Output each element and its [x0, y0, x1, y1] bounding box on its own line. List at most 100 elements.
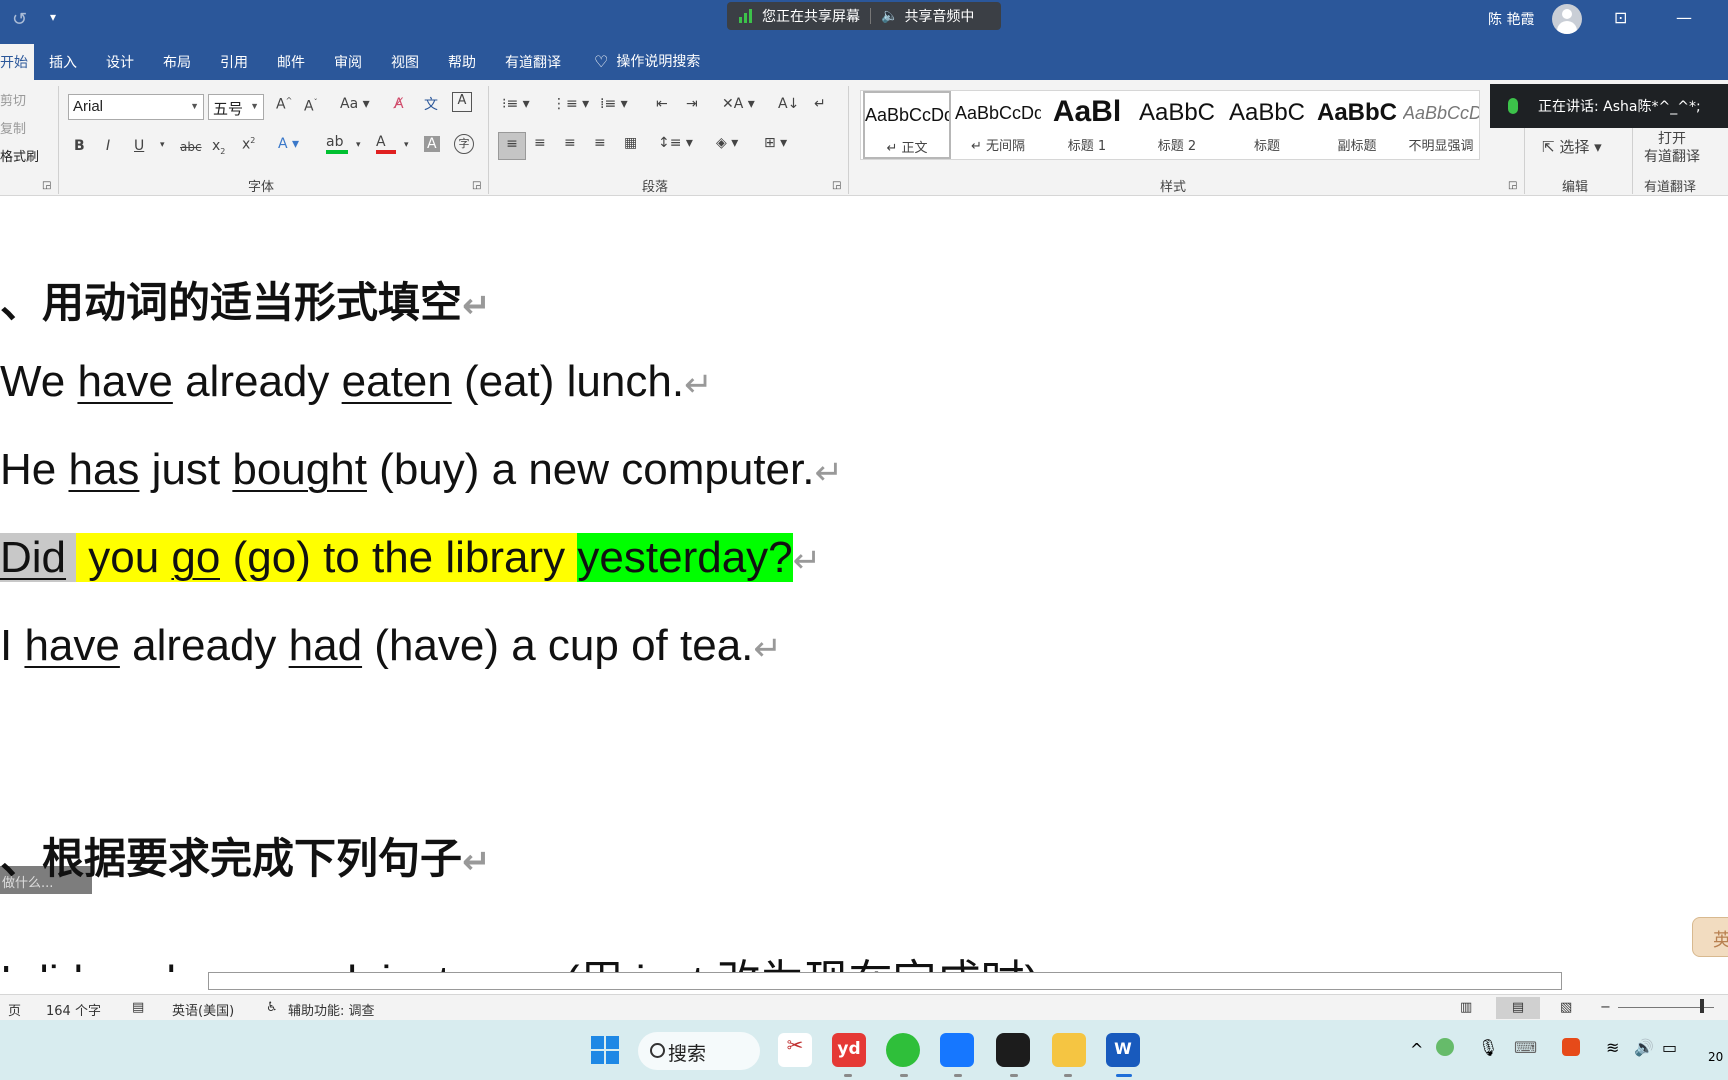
youdao-dict-icon[interactable]: yd: [832, 1033, 866, 1067]
proofing-icon[interactable]: ▤: [132, 1000, 144, 1015]
grow-font-icon[interactable]: A^: [276, 96, 292, 113]
strikethrough-icon[interactable]: abc: [180, 140, 202, 154]
lark-icon[interactable]: [940, 1033, 974, 1067]
style-heading-2[interactable]: AaBbC 标题 2: [1133, 91, 1221, 159]
chinese-layout-icon[interactable]: ✕A ▾: [722, 96, 755, 112]
clock[interactable]: 20: [1708, 1050, 1723, 1064]
tray-app-icon[interactable]: [1436, 1038, 1454, 1056]
show-marks-icon[interactable]: ↵: [814, 96, 826, 112]
ime-language-badge[interactable]: 英: [1692, 917, 1728, 957]
clipboard-launcher-icon[interactable]: ◲: [42, 180, 51, 191]
style-subtitle[interactable]: AaBbC 副标题: [1313, 91, 1401, 159]
page-indicator[interactable]: 页: [8, 1000, 21, 1019]
screen-share-banner[interactable]: 您正在共享屏幕 🔈 共享音频中: [727, 2, 1001, 30]
copy-button[interactable]: 复制: [0, 118, 26, 137]
style-heading-1[interactable]: AaBl 标题 1: [1043, 91, 1131, 159]
justify-icon[interactable]: ≡: [594, 135, 606, 151]
taskbar-search[interactable]: 搜索: [638, 1032, 760, 1070]
word-count[interactable]: 164 个字: [46, 1000, 101, 1019]
microphone-tray-icon[interactable]: 🎙: [1478, 1038, 1498, 1057]
tab-view[interactable]: 视图: [391, 52, 419, 72]
highlight-color-icon[interactable]: ab: [326, 134, 348, 154]
sort-icon[interactable]: A↓: [778, 96, 799, 112]
styles-dialog-launcher-icon[interactable]: ◲: [1508, 180, 1517, 191]
web-layout-icon[interactable]: ▧: [1560, 1000, 1572, 1015]
shrink-font-icon[interactable]: Aˇ: [304, 98, 318, 115]
superscript-icon[interactable]: x2: [242, 136, 255, 153]
font-color-icon[interactable]: A: [376, 134, 396, 154]
align-left-icon[interactable]: ≡: [498, 132, 526, 160]
numbering-icon[interactable]: ⋮≡ ▾: [552, 96, 589, 112]
document-canvas[interactable]: 、用动词的适当形式填空↵ We have already eaten (eat)…: [0, 197, 1728, 972]
tab-home[interactable]: 开始: [0, 44, 34, 80]
autosave-icon[interactable]: ↺: [12, 9, 27, 30]
chevron-down-icon[interactable]: ▾: [160, 140, 165, 150]
avatar[interactable]: [1552, 4, 1582, 34]
tab-design[interactable]: 设计: [106, 52, 134, 72]
font-size-select[interactable]: 五号 ▼: [208, 94, 264, 120]
tab-review[interactable]: 审阅: [334, 52, 362, 72]
tab-layout[interactable]: 布局: [163, 52, 191, 72]
increase-indent-icon[interactable]: ⇥: [686, 96, 698, 112]
read-mode-icon[interactable]: ▥: [1460, 1000, 1472, 1015]
chevron-up-icon[interactable]: ^: [1410, 1040, 1423, 1059]
underline-icon[interactable]: U: [134, 138, 144, 154]
minimize-icon[interactable]: —: [1676, 8, 1692, 27]
bold-icon[interactable]: B: [74, 138, 85, 154]
style-normal[interactable]: AaBbCcDd ↵ 正文: [863, 91, 951, 159]
start-icon[interactable]: [588, 1033, 622, 1067]
tab-insert[interactable]: 插入: [49, 52, 77, 72]
line-spacing-icon[interactable]: ↕≡ ▾: [658, 135, 693, 151]
italic-icon[interactable]: I: [106, 138, 110, 154]
quick-access-dropdown-icon[interactable]: ▾: [50, 10, 56, 24]
print-layout-icon[interactable]: ▤: [1496, 997, 1540, 1019]
wifi-icon[interactable]: ≋: [1606, 1038, 1619, 1057]
snipping-tool-icon[interactable]: ✂: [778, 1033, 812, 1067]
chevron-down-icon[interactable]: ▾: [356, 140, 361, 150]
accessibility-status[interactable]: 辅助功能: 调查: [288, 1000, 375, 1019]
align-center-icon[interactable]: ≡: [534, 135, 546, 151]
bullets-icon[interactable]: ⁝≡ ▾: [502, 96, 530, 112]
zoom-out-icon[interactable]: −: [1600, 1000, 1611, 1015]
phonetic-guide-icon[interactable]: 文: [424, 94, 438, 114]
distributed-icon[interactable]: ▦: [624, 135, 637, 151]
character-border-icon[interactable]: A: [452, 92, 472, 112]
file-explorer-icon[interactable]: [1052, 1033, 1086, 1067]
language-indicator[interactable]: 英语(美国): [172, 1000, 234, 1019]
tab-help[interactable]: 帮助: [448, 52, 476, 72]
format-painter-button[interactable]: 格式刷: [0, 146, 39, 165]
tab-references[interactable]: 引用: [220, 52, 248, 72]
decrease-indent-icon[interactable]: ⇤: [656, 96, 668, 112]
word-app-icon[interactable]: W: [1106, 1033, 1140, 1067]
shading-icon[interactable]: ◈ ▾: [716, 135, 738, 151]
tab-youdao[interactable]: 有道翻译: [505, 52, 561, 72]
paragraph-dialog-launcher-icon[interactable]: ◲: [832, 180, 841, 191]
ribbon-display-options-icon[interactable]: ⊡: [1614, 8, 1627, 27]
zoom-slider-thumb[interactable]: [1700, 999, 1704, 1013]
borders-icon[interactable]: ⊞ ▾: [764, 135, 787, 151]
change-case-icon[interactable]: Aa ▾: [340, 96, 370, 112]
volume-icon[interactable]: 🔊: [1634, 1038, 1654, 1057]
enclose-characters-icon[interactable]: 字: [454, 134, 474, 154]
align-right-icon[interactable]: ≡: [564, 135, 576, 151]
sogou-ime-icon[interactable]: [1562, 1038, 1580, 1056]
character-shading-icon[interactable]: A: [424, 136, 440, 152]
style-title[interactable]: AaBbC 标题: [1223, 91, 1311, 159]
font-dialog-launcher-icon[interactable]: ◲: [472, 180, 481, 191]
open-youdao-button[interactable]: 打开 有道翻译: [1644, 130, 1700, 166]
battery-icon[interactable]: ▭: [1662, 1038, 1677, 1057]
chevron-down-icon[interactable]: ▾: [404, 140, 409, 150]
style-subtle-emphasis[interactable]: AaBbCcDd 不明显强调: [1403, 91, 1479, 159]
tell-me-search[interactable]: ♡ 操作说明搜索: [594, 51, 700, 71]
subscript-icon[interactable]: x2: [212, 138, 225, 156]
ime-tray-icon[interactable]: ⌨: [1514, 1038, 1537, 1057]
text-effects-icon[interactable]: A ▾: [278, 136, 299, 152]
tencent-meeting-icon[interactable]: [996, 1033, 1030, 1067]
multilevel-list-icon[interactable]: ⁞≡ ▾: [600, 96, 628, 112]
wechat-icon[interactable]: [886, 1033, 920, 1067]
cut-button[interactable]: 剪切: [0, 90, 26, 109]
clear-formatting-icon[interactable]: A̸: [394, 96, 404, 112]
tab-mailings[interactable]: 邮件: [277, 52, 305, 72]
user-name[interactable]: 陈 艳霞: [1488, 9, 1534, 29]
horizontal-scrollbar[interactable]: [208, 972, 1562, 990]
